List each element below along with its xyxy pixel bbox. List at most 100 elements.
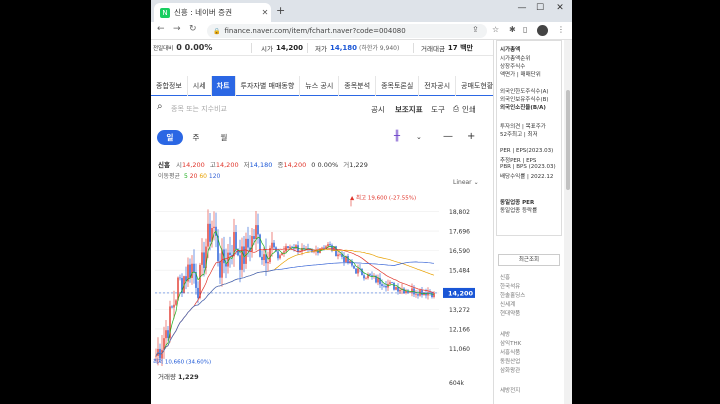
search-icon[interactable]: ⌕ <box>157 101 163 112</box>
sidebar-icon[interactable]: ▯ <box>523 25 527 34</box>
recent-item[interactable]: 삼익THK <box>500 339 521 347</box>
extensions-icon[interactable]: ✱ <box>509 25 516 34</box>
minimize-icon[interactable]: — <box>515 3 529 13</box>
candle-body <box>203 252 205 269</box>
close-window-icon[interactable]: ✕ <box>553 3 567 13</box>
lock-icon: 🔒 <box>213 27 221 35</box>
candle-body <box>393 283 395 290</box>
candle-body <box>171 306 173 308</box>
tab-analysis[interactable]: 종목분석 <box>339 76 377 96</box>
tab-disclosure[interactable]: 전자공시 <box>419 76 457 96</box>
candle-body <box>353 265 355 269</box>
recent-item[interactable]: 현대약품 <box>500 309 520 317</box>
period-week[interactable]: 주 <box>183 130 209 145</box>
candle-body <box>343 256 345 263</box>
chart-search-row: ⌕ 종목 또는 지수비교 공시 보조지표 도구 ⎙ 인쇄 <box>151 98 493 118</box>
recent-item[interactable]: 서흥식품 <box>500 348 520 356</box>
compare-search-input[interactable]: 종목 또는 지수비교 <box>171 104 227 114</box>
close-readout: 14,200 <box>283 161 307 169</box>
disclosure-button[interactable]: 공시 <box>371 104 385 115</box>
scrollbar[interactable] <box>564 40 572 404</box>
url-text: finance.naver.com/item/fchart.naver?code… <box>224 27 406 35</box>
candle-body <box>403 288 405 293</box>
low-label: 저가 <box>315 44 327 53</box>
info-line: PER | EPS(2023.03) <box>500 148 554 154</box>
new-tab-icon[interactable]: + <box>276 4 285 17</box>
info-line: 상장주식수 <box>500 64 526 70</box>
period-month[interactable]: 월 <box>211 130 237 145</box>
market-cap-label: 시가총액 <box>500 47 521 53</box>
print-button[interactable]: 인쇄 <box>462 104 476 115</box>
candle-body <box>377 277 379 283</box>
back-icon[interactable]: ← <box>157 24 165 34</box>
print-icon[interactable]: ⎙ <box>453 104 459 114</box>
menu-icon[interactable]: ⋮ <box>557 25 565 34</box>
ma-20: 20 <box>189 173 198 180</box>
scrollbar-thumb[interactable] <box>566 90 570 190</box>
stock-nav-tabs: 종합정보 시세 차트 투자자별 매매동향 뉴스 공시 종목분석 종목토론실 전자… <box>151 76 500 96</box>
candle-body <box>267 262 269 264</box>
recent-item[interactable]: 신흥 <box>500 273 510 281</box>
candle-body <box>339 253 341 255</box>
candle-body <box>433 292 435 298</box>
recent-item[interactable]: 삼화왕관 <box>500 366 520 374</box>
scale-mode-select[interactable]: Linear ⌄ <box>453 179 479 186</box>
period-day[interactable]: 일 <box>157 130 183 145</box>
chevron-down-icon[interactable]: ⌄ <box>416 133 422 141</box>
price-chart[interactable]: 18,802 17,696 16,590 15,484 13,272 12,166 11,0… <box>151 188 493 366</box>
candle-body <box>245 238 247 264</box>
address-bar[interactable]: 🔒 finance.naver.com/item/fchart.naver?co… <box>207 24 487 38</box>
candle-body <box>321 247 323 249</box>
stock-summary: 전일대비 0 0.00% 시가 14,200 저가 14,180 (하한가 9,… <box>151 40 493 56</box>
tools-button[interactable]: 도구 <box>431 104 445 115</box>
candle-body <box>253 236 255 239</box>
maximize-icon[interactable]: ☐ <box>533 3 547 13</box>
price-tick-label: 11,060 <box>449 346 470 353</box>
volume-value: 1,229 <box>178 373 199 381</box>
share-icon[interactable]: ⇪ <box>472 25 479 34</box>
candle-body <box>179 277 181 279</box>
zoom-in-icon[interactable]: + <box>467 131 475 142</box>
forward-icon[interactable]: → <box>173 24 181 34</box>
recent-item[interactable]: 신세계 <box>500 300 515 308</box>
recent-item[interactable]: 한국석유 <box>500 282 520 290</box>
ma-120-line <box>155 261 435 357</box>
candle-body <box>251 236 253 252</box>
candle-body <box>247 238 249 248</box>
tab-chart[interactable]: 차트 <box>211 76 236 96</box>
tab-news[interactable]: 뉴스 공시 <box>300 76 340 96</box>
price-tick-label: 18,802 <box>449 209 470 216</box>
tab-investor-trades[interactable]: 투자자별 매매동향 <box>236 76 301 96</box>
candle-body <box>197 287 199 298</box>
candle-body <box>269 247 271 263</box>
tab-overview[interactable]: 종합정보 <box>151 76 188 96</box>
indicators-button[interactable]: 보조지표 <box>395 104 423 115</box>
candle-body <box>229 252 231 256</box>
ma-60: 60 <box>199 173 207 180</box>
price-tick-label: 17,696 <box>449 229 470 236</box>
candlestick-type-icon[interactable]: ╫ <box>394 131 400 142</box>
browser-tab[interactable]: N 신흥 : 네이버 증권 ✕ <box>154 3 271 22</box>
candle-body <box>305 248 307 249</box>
tab-discussion[interactable]: 종목토론실 <box>376 76 420 96</box>
recent-item[interactable]: 세방 <box>500 330 510 338</box>
candle-body <box>415 294 417 295</box>
tab-price[interactable]: 시세 <box>188 76 212 96</box>
profile-avatar[interactable] <box>537 25 548 36</box>
price-tick-label: 16,590 <box>449 248 470 255</box>
candle-body <box>421 290 423 296</box>
lower-limit: (하한가 9,940) <box>358 45 400 52</box>
change-readout: 0 0.00% <box>311 161 339 169</box>
recent-item[interactable]: 세방전지 <box>500 386 520 394</box>
recent-item[interactable]: 한솔홀딩스 <box>500 291 525 299</box>
zoom-out-icon[interactable]: — <box>443 131 453 142</box>
candle-body <box>355 268 357 274</box>
recent-item[interactable]: 동원산업 <box>500 357 520 365</box>
low-readout: 14,180 <box>249 161 273 169</box>
reload-icon[interactable]: ↻ <box>189 24 197 34</box>
candle-body <box>261 256 263 261</box>
close-tab-icon[interactable]: ✕ <box>259 8 271 17</box>
candle-body <box>337 254 339 257</box>
bookmark-star-icon[interactable]: ☆ <box>492 25 499 34</box>
info-line: 동일업종 PER <box>500 200 535 206</box>
